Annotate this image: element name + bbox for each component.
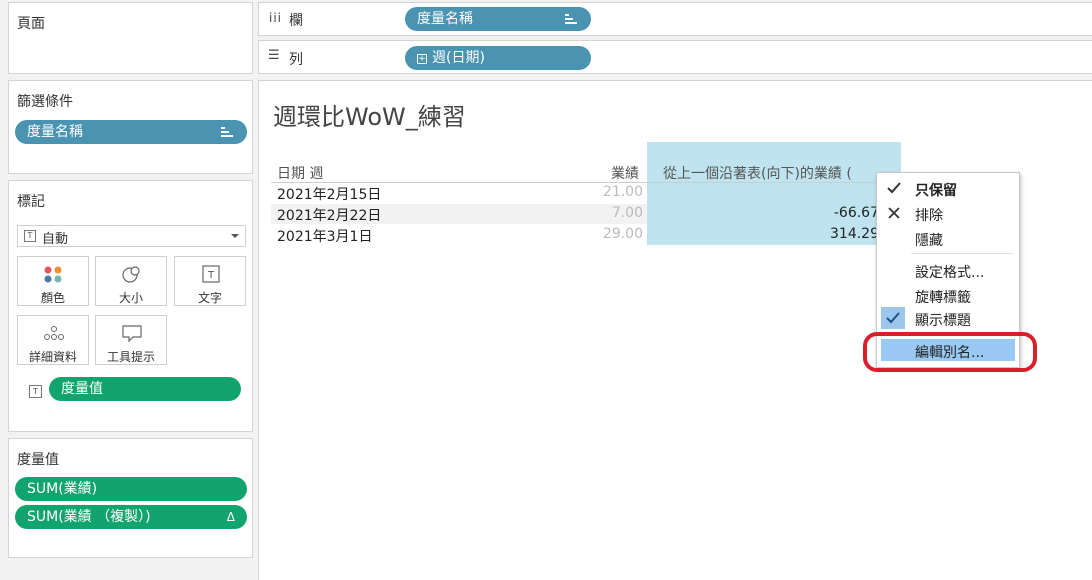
- mark-type-icon: T: [24, 230, 36, 242]
- columns-pill-measure-names[interactable]: 度量名稱: [405, 7, 591, 31]
- columns-shelf: iii 欄 度量名稱: [258, 2, 1092, 36]
- columns-shelf-icon: iii: [269, 11, 283, 25]
- color-dots-icon: [44, 266, 62, 283]
- rows-shelf-icon: ☰: [268, 48, 280, 63]
- tooltip-button[interactable]: 工具提示: [95, 315, 167, 365]
- measure-values-card: 度量值 SUM(業績) SUM(業績 （複製）) Δ: [8, 438, 253, 558]
- row-date: 2021年3月1日: [277, 229, 373, 245]
- pages-card: 頁面: [8, 2, 253, 74]
- rows-pill-week-date[interactable]: + 週(日期): [405, 46, 591, 70]
- rows-shelf: ☰ 列 + 週(日期): [258, 40, 1092, 74]
- header-date-week[interactable]: 日期 週: [277, 163, 323, 183]
- filter-pill-label: 度量名稱: [27, 124, 83, 140]
- size-label: 大小: [118, 291, 143, 305]
- mark-type-dropdown[interactable]: T 自動: [17, 225, 246, 247]
- menu-item-rotate-label[interactable]: 旋轉標籤: [877, 284, 1019, 306]
- detail-button[interactable]: 詳細資料: [17, 315, 89, 365]
- menu-item-label: 旋轉標籤: [915, 290, 971, 306]
- text-button[interactable]: T 文字: [174, 256, 246, 306]
- tooltip-label: 工具提示: [106, 350, 155, 364]
- size-button[interactable]: 大小: [95, 256, 167, 306]
- menu-separator: [911, 253, 1013, 254]
- menu-item-show-header[interactable]: 顯示標題: [877, 307, 1019, 329]
- detail-label: 詳細資料: [28, 350, 77, 364]
- menu-item-format[interactable]: 設定格式...: [877, 259, 1019, 281]
- text-label: 文字: [197, 291, 222, 305]
- annotation-highlight: [863, 332, 1037, 372]
- size-icon: [122, 266, 140, 283]
- text-icon: T: [202, 265, 220, 283]
- view-title: 週環比WoW_練習: [273, 103, 466, 131]
- x-icon: [888, 207, 900, 219]
- measure-pill-label: SUM(業績 （複製）): [27, 509, 151, 525]
- marks-pill-measure-values[interactable]: 度量值: [49, 377, 241, 401]
- filters-card: 篩選條件 度量名稱: [8, 80, 253, 174]
- marks-pill-label: 度量值: [61, 381, 103, 397]
- columns-shelf-label: 欄: [289, 13, 303, 29]
- mark-type-value: 自動: [42, 232, 69, 247]
- detail-icon: [44, 326, 64, 340]
- filters-card-title: 篩選條件: [17, 94, 73, 110]
- sort-icon: [565, 14, 577, 24]
- measure-values-card-title: 度量值: [17, 452, 59, 468]
- menu-item-label: 隱藏: [915, 233, 943, 249]
- row-date: 2021年2月22日: [277, 208, 382, 224]
- measure-pill-label: SUM(業績): [27, 481, 98, 497]
- menu-item-label: 只保留: [915, 183, 957, 199]
- svg-text:T: T: [207, 270, 215, 281]
- row-date: 2021年2月15日: [277, 187, 382, 203]
- pages-card-title: 頁面: [17, 16, 45, 32]
- chevron-down-icon: [231, 234, 239, 238]
- rows-pill-label: 週(日期): [432, 50, 485, 66]
- color-label: 顏色: [40, 291, 65, 305]
- checked-icon: [881, 307, 905, 329]
- menu-item-hide[interactable]: 隱藏: [877, 227, 1019, 249]
- menu-item-keep-only[interactable]: 只保留: [877, 177, 1019, 199]
- expand-icon: +: [417, 54, 427, 64]
- row-sales: 7.00: [611, 205, 643, 221]
- rows-shelf-label: 列: [289, 52, 303, 68]
- tooltip-icon: [122, 325, 142, 342]
- color-button[interactable]: 顏色: [17, 256, 89, 306]
- menu-item-label: 排除: [915, 208, 943, 224]
- row-diff: 314.29: [830, 226, 879, 242]
- filter-pill-measure-names[interactable]: 度量名稱: [15, 120, 247, 144]
- check-icon: [887, 182, 901, 194]
- measure-pill-sum-sales[interactable]: SUM(業績): [15, 477, 247, 501]
- marks-card-title: 標記: [17, 194, 45, 210]
- filter-icon: [221, 127, 233, 137]
- row-sales: 21.00: [602, 184, 643, 200]
- text-mark-icon: T: [29, 385, 42, 398]
- menu-item-label: 設定格式...: [915, 265, 985, 281]
- measure-pill-sum-sales-copy[interactable]: SUM(業績 （複製）) Δ: [15, 505, 247, 529]
- columns-pill-label: 度量名稱: [417, 11, 473, 27]
- row-sales: 29.00: [602, 226, 643, 242]
- marks-card: 標記 T 自動 顏色 大小 T 文字 詳細資料 工具提示 T 度量值: [8, 180, 253, 432]
- header-sales[interactable]: 業績: [611, 163, 639, 183]
- menu-item-label: 顯示標題: [915, 313, 971, 329]
- row-diff: -66.67: [833, 205, 879, 221]
- delta-icon: Δ: [226, 510, 235, 524]
- header-diff[interactable]: 從上一個沿著表(向下)的業績 (: [663, 163, 899, 183]
- menu-item-exclude[interactable]: 排除: [877, 202, 1019, 224]
